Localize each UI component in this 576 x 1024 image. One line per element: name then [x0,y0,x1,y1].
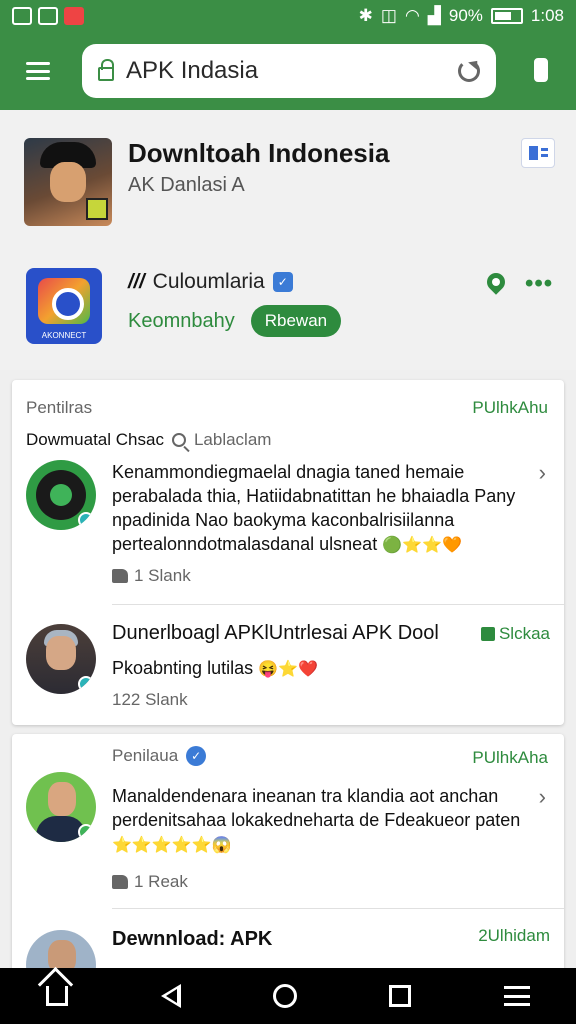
chevron-right-icon[interactable]: › [539,460,546,486]
subheading-note: Lablaclam [193,430,272,449]
like-count[interactable]: 1 Reak [112,872,188,892]
entry-tag-text: Slckaa [498,624,550,643]
review-emoji: 🟢⭐⭐🧡 [382,537,462,554]
app-icon[interactable]: AKONNECT [26,268,102,344]
profile-photo[interactable] [24,138,112,226]
entry-title-text: Dewnnload: APK [112,928,273,950]
address-bar[interactable]: APK Indasia [82,44,496,98]
reload-icon[interactable] [458,60,480,82]
avatar[interactable] [26,624,96,694]
review-text: Kenammondiegmaelal dnagia taned hemaie p… [112,460,542,558]
reviews-card: Pentilras PUlhkAhu Dowmuatal Chsac Labla… [12,380,564,725]
entry-emoji: 😝⭐❤️ [258,661,318,678]
battery-percent: 90% [448,6,483,25]
verified-icon: ✓ [272,272,293,292]
more-options-icon[interactable]: ••• [525,270,553,298]
like-count-text: 1 Reak [134,872,188,891]
search-icon[interactable] [171,433,186,447]
cloud-notification-icon [38,7,58,25]
card-heading-text: Penilaua [112,746,179,765]
entry-tag[interactable]: 2Ulhidam [478,926,550,946]
page-subtitle: AK Danlasi A [128,174,245,196]
home-nav-icon[interactable] [46,986,69,1006]
subheading-title: Dowmuatal Chsac [26,430,164,449]
home-circle-icon[interactable] [272,984,297,1008]
app-name[interactable]: Culoumlaria [153,270,265,294]
app-notification-icon [12,7,32,25]
verified-icon: ✓ [186,746,207,766]
page-title: Downltoah Indonesia [128,138,390,168]
entry-title[interactable]: Dunerlboagl APKlUntrlesai APK Dool [112,622,439,645]
like-count-text: 1 Slank [134,566,191,585]
slash-logo-icon: /// [128,270,145,293]
divider [112,908,564,909]
hamburger-menu-icon[interactable] [26,62,50,80]
entry-tag[interactable]: Slckaa [480,624,550,644]
like-count[interactable]: 1 Slank [112,566,191,586]
card-heading: Penilaua ✓ [112,746,207,766]
entry-like-count[interactable]: 122 Slank [112,690,188,710]
avatar[interactable] [26,460,96,530]
share-icon[interactable] [521,138,555,168]
tag-icon [480,627,495,641]
vibrate-icon: ◫ [380,6,397,25]
entry-body: Pkoabnting lutilas [112,658,254,678]
review-emoji: ⭐⭐⭐⭐⭐😱 [112,837,232,854]
url-text[interactable]: APK Indasia [126,57,258,85]
app-sub-row: Keomnbahy Rbewan [128,305,342,337]
card-subheading: Dowmuatal Chsac Lablaclam [26,430,271,450]
review-button[interactable]: Rbewan [250,305,342,337]
card-heading-link[interactable]: PUlhkAhu [472,398,548,418]
avatar[interactable] [26,772,96,842]
tab-switcher-icon[interactable] [534,58,548,82]
signal-icon: ▟ [427,6,441,25]
chevron-right-icon[interactable]: › [539,784,546,810]
browser-toolbar: APK Indasia [0,32,576,110]
recents-icon[interactable] [389,985,412,1007]
card-heading-link[interactable]: PUlhkAha [472,748,548,768]
thumbs-up-icon [112,569,128,583]
wifi-icon: ◠ [404,6,420,25]
lock-icon [98,59,114,81]
thumbs-up-icon [112,875,128,889]
review-body: Manaldendenara ineanan tra klandia aot a… [112,786,521,830]
bluetooth-icon: ✱ [358,6,373,25]
reviews-card: Penilaua ✓ PUlhkAha Manaldendenara inean… [12,734,564,1000]
entry-title[interactable]: Dewnnload: APK [112,928,272,951]
app-developer[interactable]: Keomnbahy [128,310,235,333]
battery-icon [490,8,523,24]
clock: 1:08 [530,6,564,25]
review-text: Manaldendenara ineanan tra klandia aot a… [112,784,542,858]
game-notification-icon [64,7,84,25]
card-heading: Pentilras [26,398,93,417]
entry-text: Pkoabnting lutilas 😝⭐❤️ [112,656,542,682]
back-nav-icon[interactable] [160,984,181,1008]
menu-icon[interactable] [503,986,530,1006]
system-nav-bar [0,968,576,1024]
status-bar: ✱ ◫ ◠ ▟ 90% 1:08 [0,0,576,32]
divider [112,604,564,605]
app-icon-label: AKONNECT [41,331,87,340]
app-name-row: /// Culoumlaria ✓ [128,270,293,294]
